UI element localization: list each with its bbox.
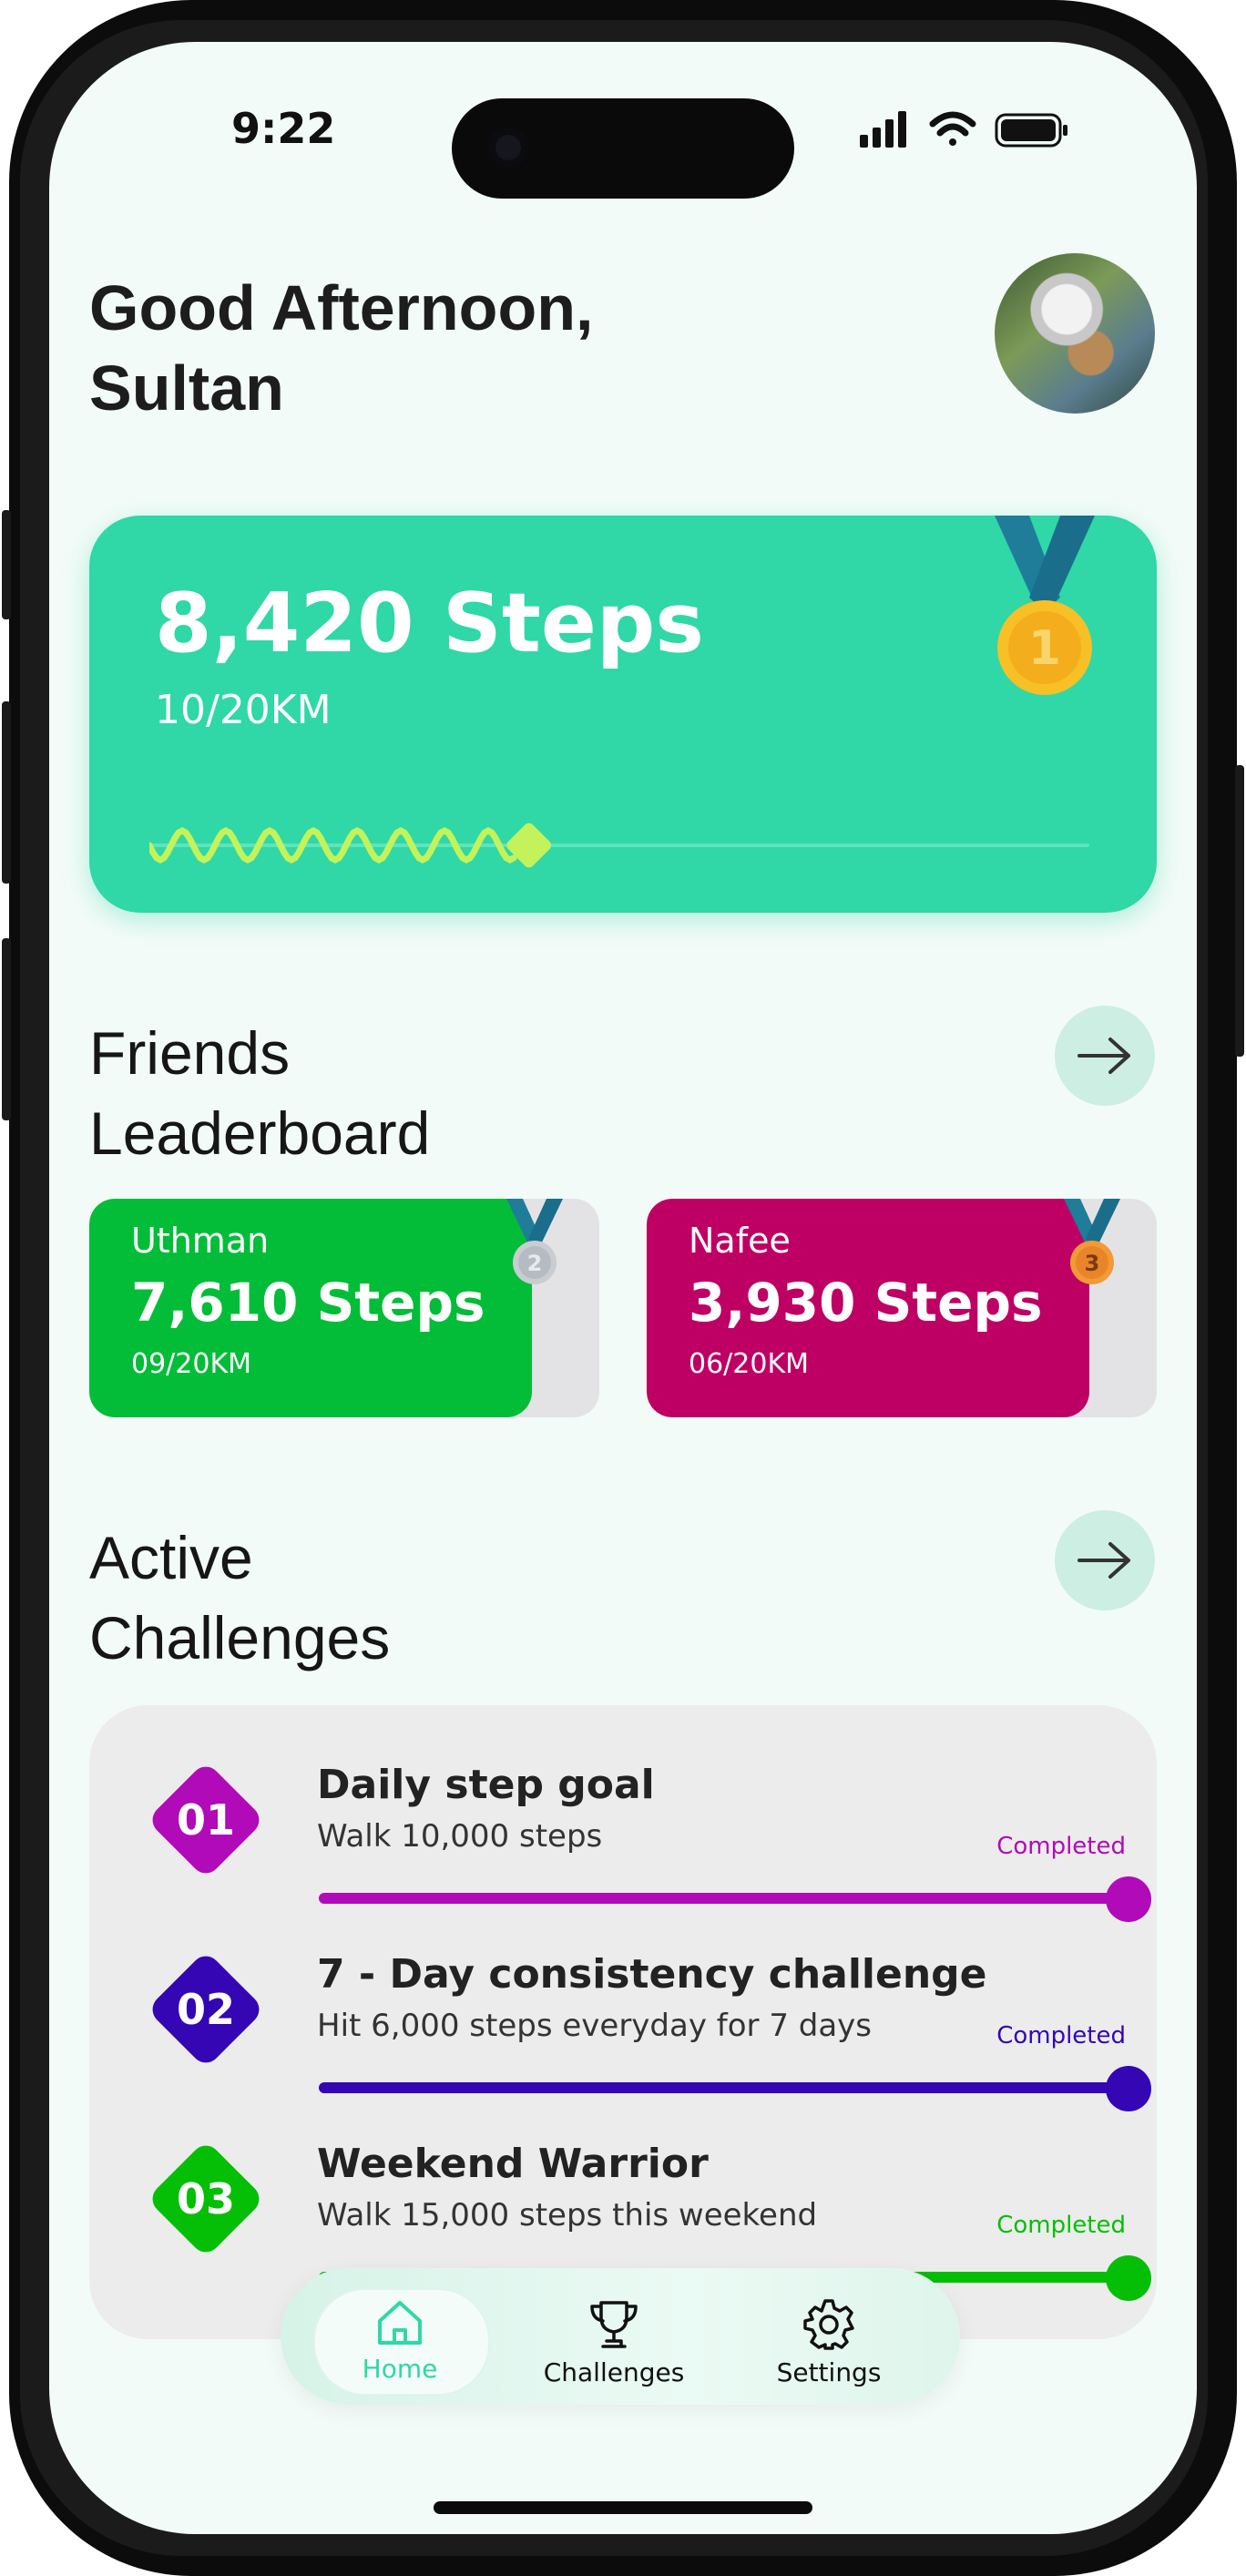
challenge-progress-knob[interactable] (1106, 2066, 1151, 2111)
challenges-title-line1: Active (89, 1524, 253, 1591)
challenges-title: Active Challenges (89, 1518, 636, 1678)
bronze-medal-icon: 3 (1064, 1199, 1120, 1284)
challenge-description: Hit 6,000 steps everyday for 7 days (317, 2008, 873, 2044)
greeting-line1: Good Afternoon, (89, 272, 594, 343)
home-icon (378, 2301, 422, 2345)
home-indicator (434, 2501, 812, 2514)
challenge-number-badge: 01 (152, 1766, 260, 1874)
challenges-title-line2: Challenges (89, 1604, 391, 1671)
power-button (1235, 765, 1244, 1057)
challenge-number-badge: 02 (152, 1956, 260, 2063)
leaderboard-arrow-button[interactable] (1055, 1006, 1155, 1106)
volume-down-button (2, 938, 11, 1120)
friend-card-nafee[interactable]: Nafee 3,930 Steps 06/20KM 3 (647, 1199, 1157, 1417)
app-screen: 9:22 Good Afternoon, Sultan 8,420 Steps … (49, 42, 1197, 2534)
challenge-title: 7 - Day consistency challenge (317, 1951, 987, 1998)
challenge-status: Completed (996, 2212, 1126, 2239)
friend-name: Nafee (689, 1221, 791, 1261)
friend-steps: 3,930 Steps (689, 1272, 1043, 1334)
steps-count: 8,420 Steps (155, 576, 704, 671)
silver-medal-icon: 2 (506, 1199, 563, 1284)
arrow-right-icon (1077, 1542, 1130, 1579)
challenges-arrow-button[interactable] (1055, 1510, 1155, 1610)
challenge-progress-bar (319, 2082, 1124, 2093)
status-time: 9:22 (231, 104, 336, 153)
action-button (2, 510, 11, 619)
tab-challenges[interactable]: Challenges (523, 2294, 705, 2394)
greeting-name: Sultan (89, 353, 284, 424)
status-icons (860, 111, 1067, 148)
battery-icon (995, 113, 1067, 148)
challenge-status: Completed (996, 1833, 1126, 1860)
challenge-status: Completed (996, 2022, 1126, 2050)
svg-text:01: 01 (177, 1795, 235, 1845)
leaderboard-title: Friends Leaderboard (89, 1013, 636, 1173)
gold-medal-rank: 1 (1028, 621, 1061, 676)
volume-up-button (2, 701, 11, 884)
friend-distance: 06/20KM (689, 1348, 810, 1380)
tab-settings-label: Settings (776, 2357, 882, 2387)
gold-medal-icon: 1 (995, 516, 1095, 695)
steps-progress-bar (149, 823, 1089, 868)
tab-home-label: Home (362, 2354, 438, 2384)
friend-name: Uthman (131, 1221, 270, 1261)
trophy-icon (590, 2301, 638, 2348)
tab-home[interactable]: Home (309, 2294, 491, 2394)
tab-challenges-label: Challenges (543, 2357, 685, 2387)
wifi-icon (929, 111, 976, 146)
challenge-progress-knob[interactable] (1106, 1876, 1151, 1922)
gear-icon (803, 2299, 854, 2350)
svg-text:03: 03 (177, 2174, 235, 2223)
leaderboard-title-line2: Leaderboard (89, 1099, 431, 1167)
avatar[interactable] (995, 253, 1155, 414)
svg-text:3: 3 (1085, 1251, 1100, 1276)
svg-text:02: 02 (177, 1985, 235, 2034)
greeting-title: Good Afternoon, Sultan (89, 268, 727, 428)
svg-text:2: 2 (527, 1251, 543, 1276)
tab-settings[interactable]: Settings (738, 2294, 920, 2394)
challenge-description: Walk 15,000 steps this weekend (317, 2197, 818, 2234)
signal-icon (860, 111, 906, 148)
camera-icon (488, 128, 528, 168)
steps-distance: 10/20KM (155, 687, 332, 733)
challenge-progress-knob[interactable] (1106, 2255, 1151, 2301)
challenge-description: Walk 10,000 steps (317, 1818, 603, 1855)
challenge-title: Weekend Warrior (317, 2141, 709, 2187)
leaderboard-title-line1: Friends (89, 1019, 291, 1087)
friend-card-uthman[interactable]: Uthman 7,610 Steps 09/20KM 2 (89, 1199, 599, 1417)
friend-distance: 09/20KM (131, 1348, 252, 1380)
challenge-progress-bar (319, 1893, 1124, 1904)
friend-steps: 7,610 Steps (131, 1272, 485, 1334)
arrow-right-icon (1077, 1038, 1130, 1074)
challenge-title: Daily step goal (317, 1762, 655, 1808)
challenge-number-badge: 03 (152, 2145, 260, 2253)
